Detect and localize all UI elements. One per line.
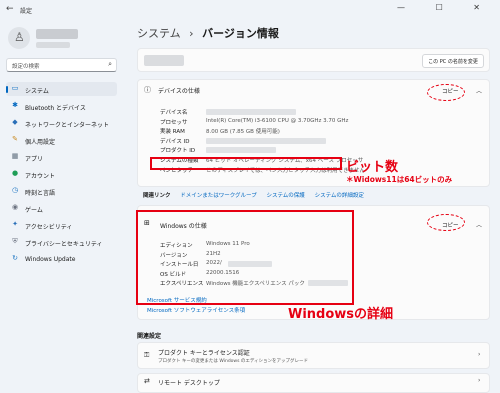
search-placeholder: 設定の検索 [12,64,40,70]
sidebar-item-label: Bluetooth とデバイス [25,105,86,112]
spec-label: デバイス名 [160,110,188,116]
pc-name-card: この PC の名前を変更 [137,48,490,72]
bit-annotation: ビット数 [346,160,399,175]
sidebar-item-label: アプリ [25,156,44,163]
sidebar-item[interactable]: ◉ ゲーム [6,201,117,215]
sidebar-item-label: ネットワークとインターネット [25,122,110,129]
copy-highlight-oval [427,214,465,231]
window-title: 設定 [20,8,33,15]
sidebar-item-label: システム [25,88,49,95]
sidebar-item[interactable]: ✦ アクセシビリティ [6,218,117,232]
account-icon: ● [11,169,19,177]
sidebar-item[interactable]: ✱ Bluetooth とデバイス [6,99,117,113]
sidebar-item[interactable]: ▦ アプリ [6,150,117,164]
chevron-up-icon[interactable]: ︿ [476,220,482,229]
windows-specs-highlight [136,210,354,305]
windows-details-annotation: Windowsの詳細 [288,307,394,322]
chevron-right-icon: › [478,377,481,384]
spec-value: 8.00 GB (7.85 GB 使用可能) [206,129,280,136]
spec-label: デバイス ID [160,138,190,145]
sidebar-item-label: 時刻と言語 [25,190,56,197]
breadcrumb: システム › バージョン情報 [137,25,279,41]
monitor-icon: ▭ [11,84,19,92]
sidebar-item[interactable]: ✎ 個人用設定 [6,133,117,147]
sidebar-item-label: Windows Update [25,256,76,263]
link-advanced-settings[interactable]: システムの詳細設定 [315,193,364,199]
product-key-title: プロダクト キーとライセンス認証 [158,350,250,357]
breadcrumb-separator: › [189,27,194,40]
product-key-subtitle: プロダクト キーの変更または Windows のエディションをアップグレード [158,359,309,364]
clock-icon: ◷ [11,186,19,194]
key-icon: ⚿ [144,351,150,359]
related-links-title: 関連リンク [143,193,171,199]
redacted-value [206,137,326,144]
title-bar: ← 設定 — ☐ ✕ [0,0,500,22]
user-name-redacted [36,29,78,39]
remote-desktop-card[interactable]: ⇄ リモート デスクトップ › [137,373,490,393]
rename-pc-button[interactable]: この PC の名前を変更 [422,54,484,68]
sidebar-item[interactable]: ● アカウント [6,167,117,181]
remote-desktop-title: リモート デスクトップ [158,380,220,387]
selection-indicator [6,86,8,93]
game-icon: ◉ [11,203,19,211]
link-domain-workgroup[interactable]: ドメインまたはワークグループ [180,193,256,199]
search-input[interactable]: 設定の検索 ⌕ [6,58,117,72]
sidebar-item-label: アクセシビリティ [25,224,73,231]
link-license-terms[interactable]: Microsoft ソフトウェアライセンス条項 [147,306,245,314]
search-icon: ⌕ [108,60,112,68]
info-icon: ⓘ [144,86,151,94]
shield-icon: ⛨ [12,237,18,245]
accessibility-icon: ✦ [12,220,18,228]
back-arrow-icon[interactable]: ← [6,4,14,14]
pen-icon: ✎ [12,135,18,143]
sidebar-item[interactable]: ⛨ プライバシーとセキュリティ [6,235,117,249]
remote-desktop-icon: ⇄ [144,377,150,385]
user-icon: ♙ [14,30,25,44]
spec-value: Intel(R) Core(TM) i3-6100 CPU @ 3.70GHz … [206,117,349,124]
bit-note-annotation: ＊Widows11は64ビットのみ [346,175,453,184]
chevron-right-icon: › [478,351,481,358]
user-email-redacted [36,42,70,48]
spec-label: プロダクト ID [160,148,196,155]
pc-name-redacted [144,55,184,66]
related-settings-title: 関連設定 [137,333,162,340]
apps-icon: ▦ [11,152,19,160]
redacted-value [206,147,276,154]
device-specs-title: デバイスの仕様 [158,88,200,95]
wifi-icon: ◆ [12,118,18,126]
breadcrumb-parent[interactable]: システム [137,27,181,40]
related-links: 関連リンク ドメインまたはワークグループ システムの保護 システムの詳細設定 [143,191,372,199]
spec-label: 実装 RAM [160,129,185,136]
sidebar-item-label: プライバシーとセキュリティ [25,241,103,248]
window-controls[interactable]: — ☐ ✕ [397,3,494,12]
sidebar-item[interactable]: ↻ Windows Update [6,252,117,266]
page-title: バージョン情報 [202,27,279,40]
bluetooth-icon: ✱ [12,101,18,109]
redacted-value [206,109,296,115]
product-key-card[interactable]: ⚿ プロダクト キーとライセンス認証 プロダクト キーの変更または Window… [137,342,490,369]
sidebar-item-label: 個人用設定 [25,139,56,146]
sidebar-item-label: ゲーム [25,207,43,214]
chevron-up-icon[interactable]: ︿ [476,86,482,95]
sidebar-item[interactable]: ◷ 時刻と言語 [6,184,117,198]
sidebar-item[interactable]: ▭ システム [6,82,117,96]
sidebar-item[interactable]: ◆ ネットワークとインターネット [6,116,117,130]
update-icon: ↻ [12,254,18,262]
sidebar-item-label: アカウント [25,173,56,180]
link-system-protection[interactable]: システムの保護 [266,193,304,199]
system-type-highlight [150,157,342,170]
copy-highlight-oval [427,84,465,101]
spec-label: プロセッサ [160,119,188,126]
